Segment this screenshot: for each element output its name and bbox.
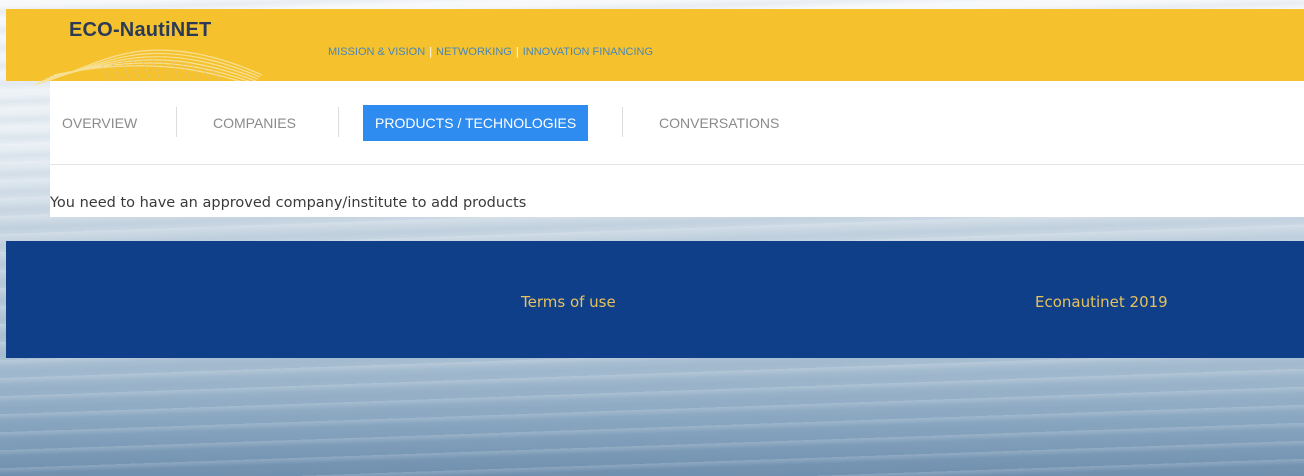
site-footer: Terms of use Econautinet 2019 (6, 241, 1304, 358)
approval-required-message: You need to have an approved company/ins… (50, 195, 527, 211)
tab-divider (338, 107, 339, 137)
nav-link-networking[interactable]: NETWORKING (436, 46, 512, 58)
brand-logo-text[interactable]: ECO-NautiNET (69, 19, 211, 42)
tab-products-technologies[interactable]: PRODUCTS / TECHNOLOGIES (363, 105, 589, 141)
copyright-text: Econautinet 2019 (1035, 293, 1168, 311)
tab-overview[interactable]: OVERVIEW (62, 105, 137, 141)
top-navigation: MISSION & VISION | NETWORKING | INNOVATION F… (328, 46, 653, 58)
main-content: OVERVIEW COMPANIES PRODUCTS / TECHNOLOGI… (50, 81, 1304, 217)
tab-bar-divider (50, 164, 1304, 165)
nav-separator: | (429, 46, 433, 58)
terms-of-use-link[interactable]: Terms of use (521, 293, 616, 311)
site-header: ECO-NautiNET MISSION & VISION | NETWORKING… (6, 9, 1304, 86)
tab-conversations[interactable]: CONVERSATIONS (659, 105, 779, 141)
tab-divider (622, 107, 623, 137)
nav-separator: | (515, 46, 519, 58)
nav-link-mission-vision[interactable]: MISSION & VISION (328, 46, 425, 58)
tab-divider (176, 107, 177, 137)
tab-bar: OVERVIEW COMPANIES PRODUCTS / TECHNOLOGI… (50, 105, 1304, 141)
tab-companies[interactable]: COMPANIES (213, 105, 296, 141)
nav-link-innovation-financing[interactable]: INNOVATION FINANCING (523, 46, 653, 58)
